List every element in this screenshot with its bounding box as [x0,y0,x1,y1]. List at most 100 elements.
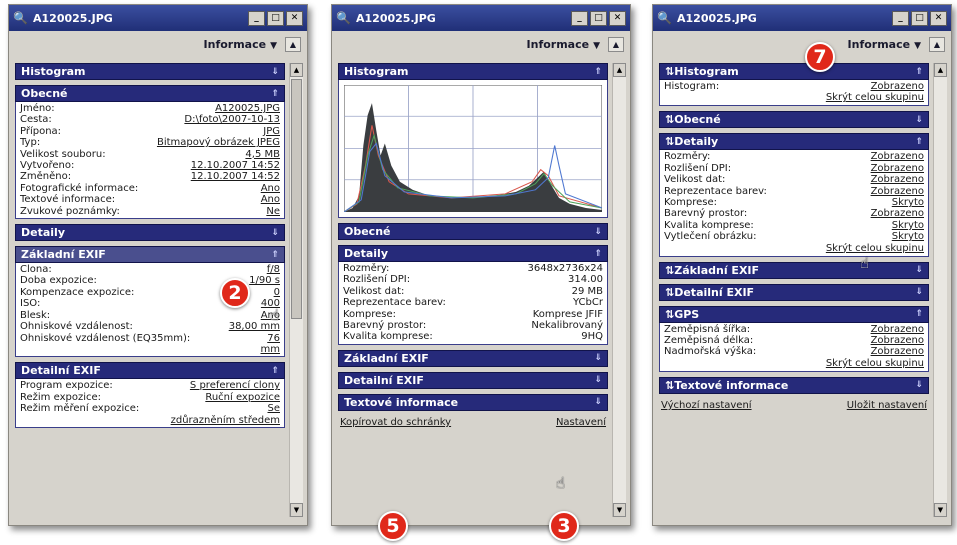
section-header[interactable]: Detaily ⇑ [338,245,608,262]
row-value[interactable]: zdůrazněním středem [171,415,280,426]
section-header[interactable]: ⇅Základní EXIF ⇓ [659,261,929,279]
row-value[interactable]: Ano [261,194,280,205]
visibility-toggle[interactable]: Skryto [892,220,924,231]
collapse-up-button[interactable]: ▲ [929,36,945,52]
row-value[interactable]: Se [268,403,281,414]
row-value: Nekalibrovaný [531,320,603,332]
section-header[interactable]: Detaily ⇓ [15,224,285,242]
row-value[interactable]: mm [261,344,280,355]
visibility-toggle[interactable]: Zobrazeno [871,186,924,197]
row-value[interactable]: 4,5 MB [245,149,280,160]
row-value[interactable]: 1/90 s [249,275,280,286]
scroll-up-arrow-icon[interactable]: ▲ [613,63,626,77]
close-button[interactable]: ✕ [609,10,626,26]
visibility-toggle[interactable]: Zobrazeno [871,208,924,219]
row-label: Clona: [20,264,52,276]
visibility-toggle[interactable]: Zobrazeno [871,324,924,335]
section-header[interactable]: ⇅Textové informace ⇓ [659,376,929,394]
row-value[interactable]: Bitmapový obrázek JPEG [157,137,280,148]
row-value[interactable]: S preferencí clony [190,380,280,391]
default-settings-link[interactable]: Výchozí nastavení [661,400,752,411]
info-row: mm [20,344,280,355]
minimize-button[interactable]: _ [571,10,588,26]
scroll-down-arrow-icon[interactable]: ▼ [290,503,303,517]
info-row: Textové informace: Ano [20,194,280,205]
info-row: Barevný prostor: Zobrazeno [664,208,924,219]
close-button[interactable]: ✕ [930,10,947,26]
row-value[interactable]: Ne [266,206,280,217]
maximize-button[interactable]: □ [267,10,284,26]
visibility-toggle[interactable]: Zobrazeno [871,346,924,357]
minimize-button[interactable]: _ [248,10,265,26]
visibility-toggle[interactable]: Zobrazeno [871,151,924,162]
info-row: Clona: f/8 [20,264,280,275]
copy-to-clipboard-link[interactable]: Kopírovat do schránky [340,417,451,428]
close-button[interactable]: ✕ [286,10,303,26]
panel-toolbar: Informace ▼ ▲ [653,31,951,57]
section-header[interactable]: Obecné ⇑ [15,85,285,102]
visibility-toggle[interactable]: Zobrazeno [871,174,924,185]
minimize-button[interactable]: _ [892,10,909,26]
scroll-down-arrow-icon[interactable]: ▼ [934,503,947,517]
section-header[interactable]: ⇅GPS ⇑ [659,305,929,323]
reorder-icon: ⇅ [665,307,675,321]
section-header[interactable]: ⇅Detailní EXIF ⇓ [659,283,929,301]
row-value[interactable]: 12.10.2007 14:52 [191,171,280,182]
section-header[interactable]: ⇅Detaily ⇑ [659,133,929,151]
section-header[interactable]: Základní EXIF ⇓ [338,349,608,367]
section-title: Detaily [344,247,388,260]
row-value: 314.00 [568,274,603,286]
hide-group-link[interactable]: Skrýt celou skupinu [664,92,924,104]
row-value[interactable]: A120025.JPG [215,103,280,114]
visibility-toggle[interactable]: Zobrazeno [871,81,924,92]
row-value[interactable]: D:\foto\2007-10-13 [184,114,280,125]
hide-group-link[interactable]: Skrýt celou skupinu [664,243,924,255]
row-label: Histogram: [664,81,720,92]
hand-cursor-icon: ☝ [270,306,280,324]
scroll-down-arrow-icon[interactable]: ▼ [613,503,626,517]
visibility-toggle[interactable]: Zobrazeno [871,163,924,174]
visibility-toggle[interactable]: Skryto [892,197,924,208]
section-title: ⇅Základní EXIF [665,264,759,277]
info-dropdown[interactable]: Informace ▼ [204,38,277,51]
info-dropdown[interactable]: Informace ▼ [848,38,921,51]
info-dropdown[interactable]: Informace ▼ [527,38,600,51]
section-header[interactable]: ⇅Histogram ⇑ [659,63,929,80]
maximize-button[interactable]: □ [590,10,607,26]
section-header[interactable]: Histogram ⇑ [338,63,608,80]
visibility-toggle[interactable]: Skryto [892,231,924,242]
row-value[interactable]: JPG [263,126,280,137]
vertical-scrollbar[interactable]: ▲ ▼ [933,63,947,517]
step-badge: 5 [378,511,408,541]
expand-icon: ⇓ [271,66,279,77]
row-label: Doba expozice: [20,275,97,287]
row-label: Vytlečení obrázku: [664,231,757,243]
visibility-toggle[interactable]: Zobrazeno [871,335,924,346]
section-header[interactable]: Detailní EXIF ⇑ [15,362,285,380]
row-label: Velikost souboru: [20,148,106,160]
scrollbar-thumb[interactable] [291,79,302,319]
row-value[interactable]: f/8 [267,264,280,275]
scroll-up-arrow-icon[interactable]: ▲ [934,63,947,77]
section-header[interactable]: Textové informace ⇓ [338,393,608,411]
row-value[interactable]: 0 [274,287,280,298]
vertical-scrollbar[interactable]: ▲ ▼ [612,63,626,517]
hide-group-link[interactable]: Skrýt celou skupinu [664,358,924,370]
row-value[interactable]: 76 [267,333,280,344]
section-header[interactable]: Obecné ⇓ [338,223,608,240]
collapse-up-button[interactable]: ▲ [285,36,301,52]
section-header[interactable]: ⇅Obecné ⇓ [659,111,929,129]
save-settings-link[interactable]: Uložit nastavení [847,400,927,411]
section-header[interactable]: Detailní EXIF ⇓ [338,371,608,389]
section-header[interactable]: Základní EXIF ⇑ [15,246,285,264]
settings-link[interactable]: Nastavení [556,417,606,428]
collapse-up-button[interactable]: ▲ [608,36,624,52]
section-title: Základní EXIF [21,248,106,262]
scroll-up-arrow-icon[interactable]: ▲ [290,63,303,77]
maximize-button[interactable]: □ [911,10,928,26]
row-value[interactable]: 12.10.2007 14:52 [191,160,280,171]
vertical-scrollbar[interactable]: ▲ ▼ [289,63,303,517]
section-header[interactable]: Histogram ⇓ [15,63,285,80]
row-value[interactable]: Ano [261,183,280,194]
row-value[interactable]: Ruční expozice [205,392,280,403]
